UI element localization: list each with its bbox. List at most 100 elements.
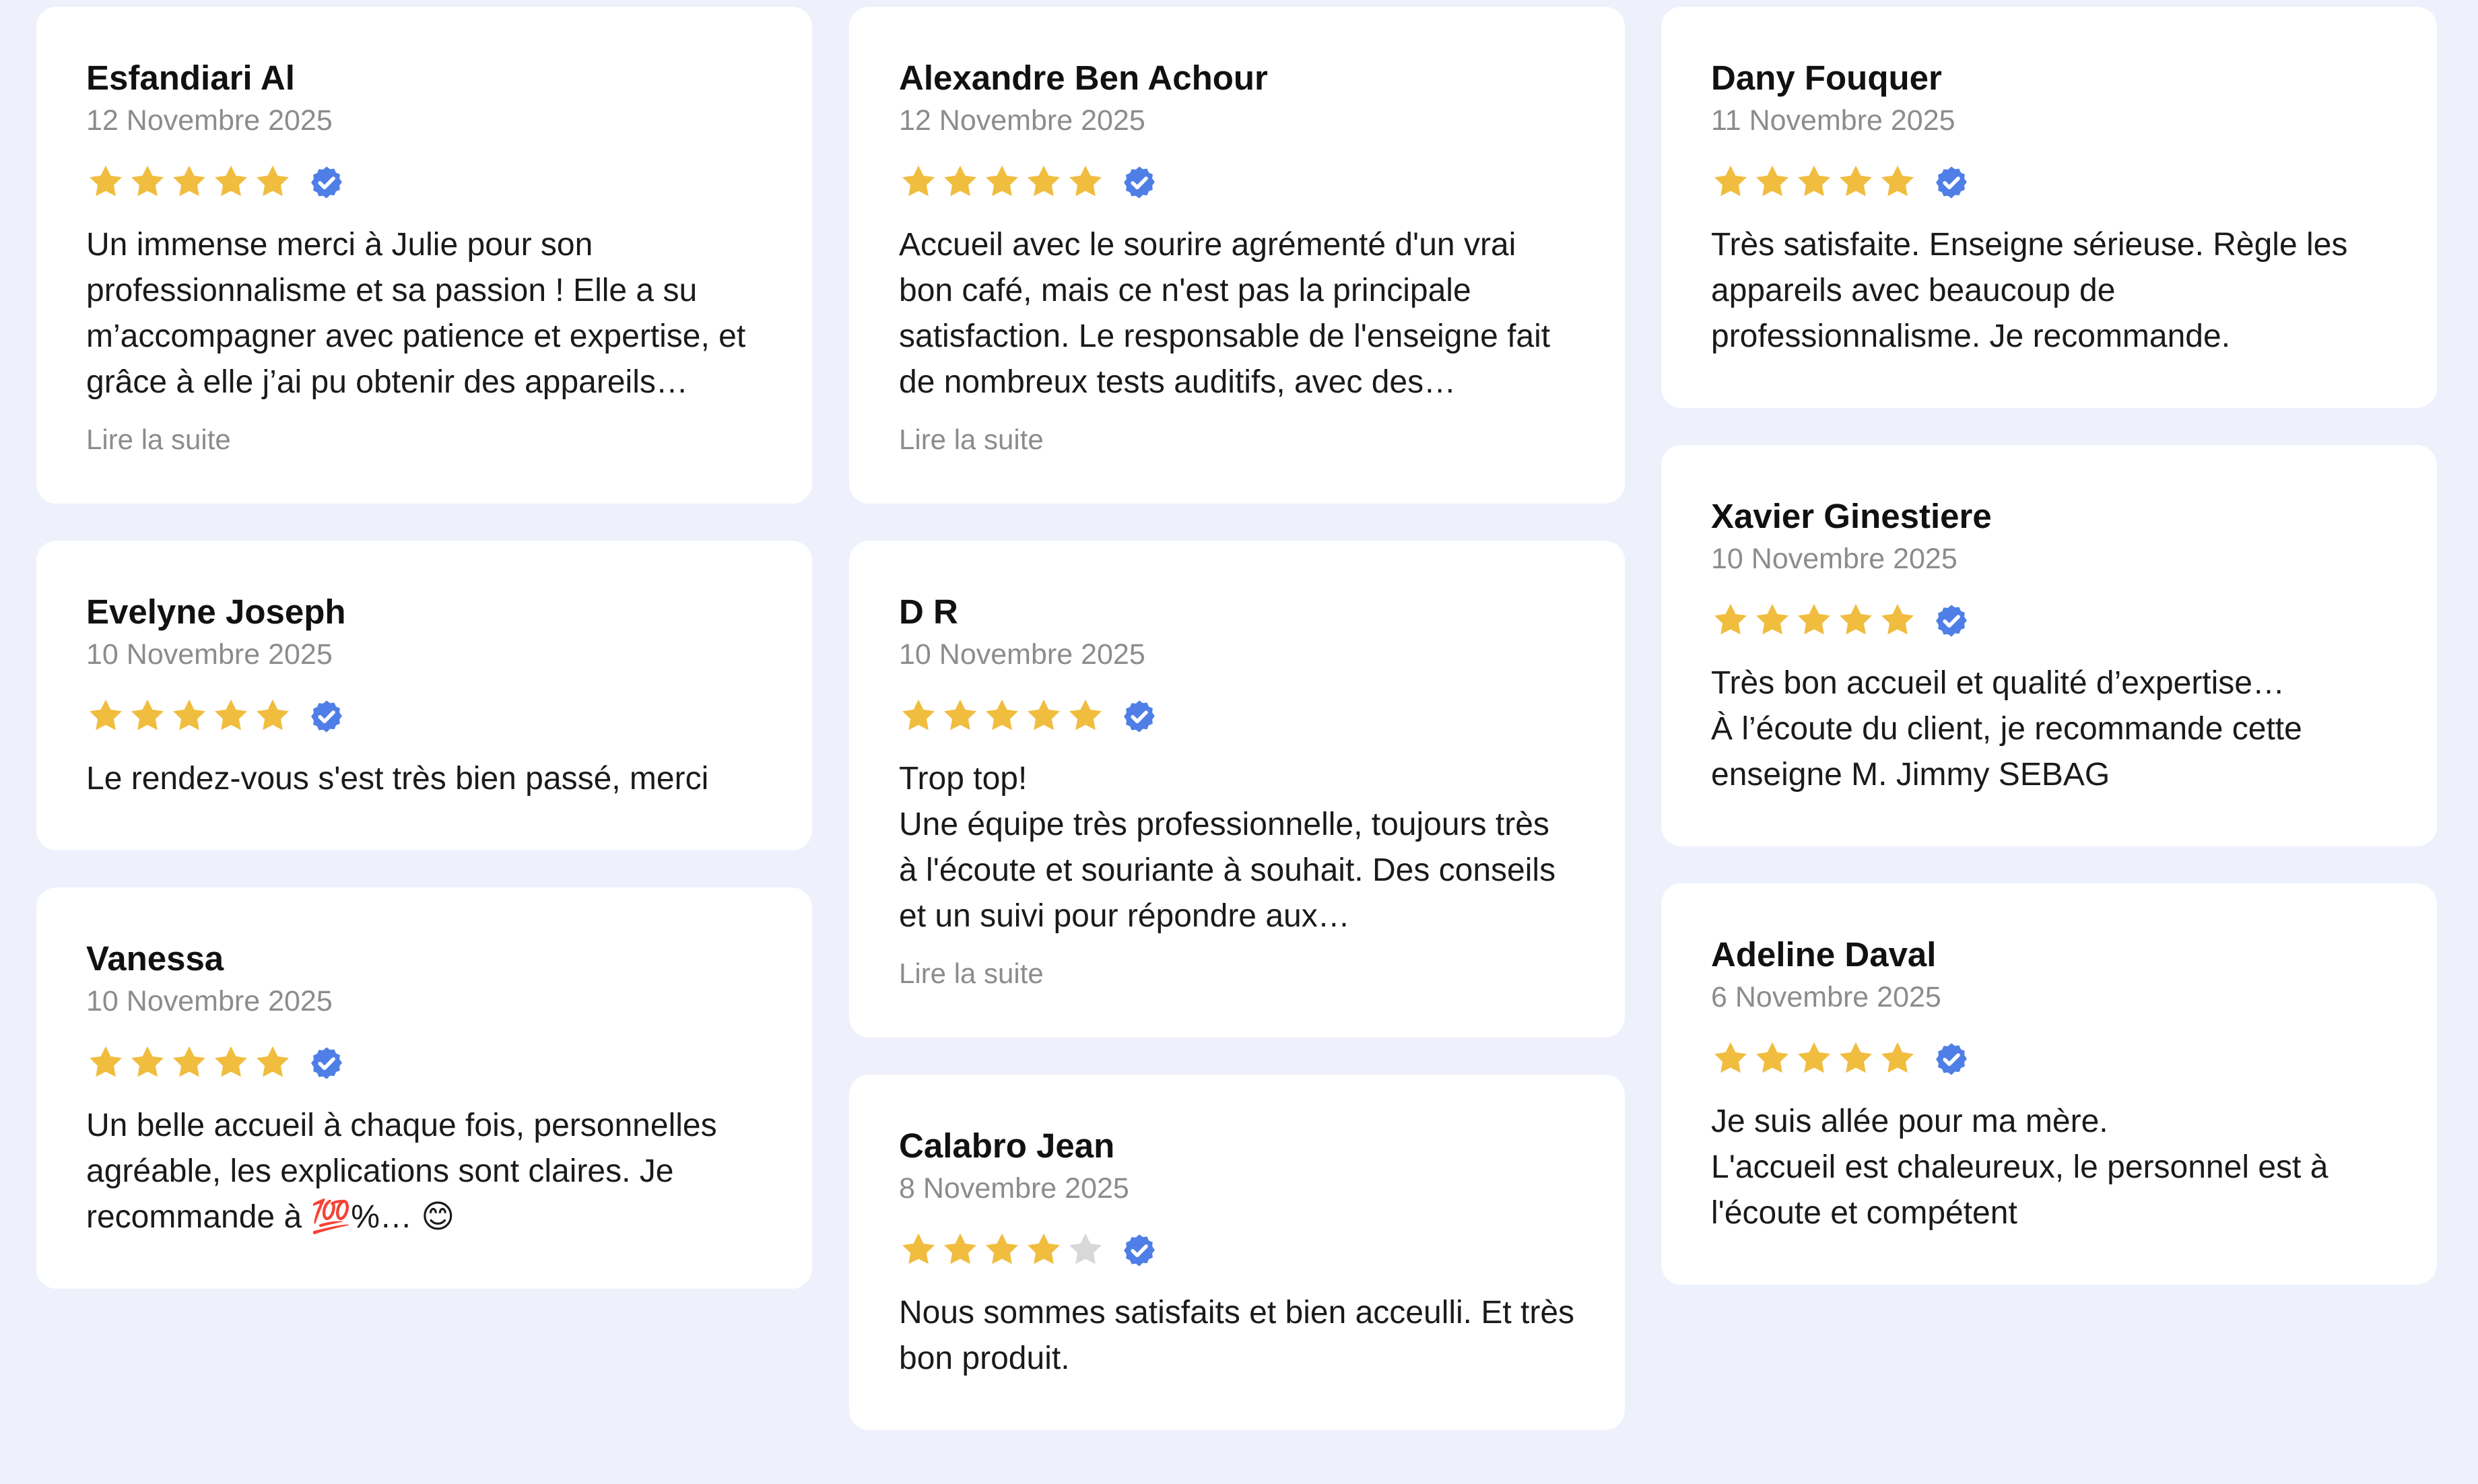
star-icon (1756, 1042, 1788, 1073)
star-icon (1798, 1042, 1830, 1073)
rating-row (1711, 599, 2387, 643)
star-icon (1881, 603, 1914, 635)
reviewer-name: Evelyne Joseph (86, 593, 346, 631)
rating-row (86, 160, 762, 205)
star-icon (215, 165, 247, 197)
star-icon (1840, 603, 1872, 635)
verified-badge-icon (1124, 700, 1155, 733)
reviewer-name: D R (899, 593, 958, 631)
rating-row (899, 160, 1575, 205)
star-icon (986, 1233, 1018, 1264)
star-icon (1798, 603, 1830, 635)
review-date: 10 Novembre 2025 (86, 638, 333, 671)
star-rating (899, 163, 1105, 202)
review-text: Accueil avec le sourire agrémenté d'un v… (899, 227, 1551, 400)
star-icon (1798, 165, 1830, 197)
review-date: 10 Novembre 2025 (1711, 543, 1957, 575)
star-icon (986, 699, 1018, 731)
read-more-link[interactable]: Lire la suite (899, 423, 1575, 457)
star-icon (902, 699, 935, 731)
star-icon (1840, 1042, 1872, 1073)
star-rating (1711, 601, 1917, 640)
reviewer-name: Adeline Daval (1711, 935, 1937, 974)
star-icon (257, 699, 289, 731)
review-card: Vanessa 10 Novembre 2025 Un belle accuei… (36, 887, 812, 1289)
verified-badge-icon (1936, 605, 1967, 637)
rating-row (899, 1228, 1575, 1273)
rating-row (899, 694, 1575, 739)
reviewer-name: Xavier Ginestiere (1711, 497, 1992, 535)
star-icon (173, 699, 205, 731)
star-icon (257, 165, 289, 197)
reviews-column-1: Esfandiari Al 12 Novembre 2025 Un immens… (36, 7, 812, 1326)
star-icon (1756, 165, 1788, 197)
review-text: Un belle accueil à chaque fois, personne… (86, 1108, 717, 1235)
rating-row (86, 694, 762, 739)
review-text: Je suis allée pour ma mère. L'accueil es… (1711, 1104, 2329, 1231)
star-icon (944, 1233, 976, 1264)
review-card: Adeline Daval 6 Novembre 2025 Je suis al… (1661, 883, 2437, 1285)
star-icon (90, 699, 122, 731)
review-date: 12 Novembre 2025 (899, 104, 1145, 137)
review-text: Un immense merci à Julie pour son profes… (86, 227, 746, 400)
verified-badge-icon (311, 700, 342, 733)
review-text: Très bon accueil et qualité d’expertise…… (1711, 665, 2302, 792)
reviewer-name: Calabro Jean (899, 1126, 1115, 1165)
review-date: 11 Novembre 2025 (1711, 104, 1955, 137)
reviews-grid: Esfandiari Al 12 Novembre 2025 Un immens… (0, 0, 2478, 1484)
star-icon (1069, 165, 1102, 197)
reviewer-name: Esfandiari Al (86, 59, 295, 97)
review-date: 12 Novembre 2025 (86, 104, 333, 137)
star-icon (1028, 165, 1060, 197)
star-rating (86, 697, 292, 736)
rating-row (86, 1041, 762, 1085)
review-date: 10 Novembre 2025 (86, 985, 333, 1017)
review-card: Dany Fouquer 11 Novembre 2025 Très satis… (1661, 7, 2437, 408)
star-rating (1711, 1040, 1917, 1079)
star-icon (944, 699, 976, 731)
star-icon (944, 165, 976, 197)
verified-badge-icon (1124, 166, 1155, 199)
star-icon (131, 1046, 164, 1077)
star-icon (1028, 1233, 1060, 1264)
star-icon (131, 165, 164, 197)
star-icon (986, 165, 1018, 197)
star-rating (86, 1044, 292, 1083)
reviewer-name: Dany Fouquer (1711, 59, 1942, 97)
star-icon (1714, 165, 1747, 197)
verified-badge-icon (311, 166, 342, 199)
review-text: Très satisfaite. Enseigne sérieuse. Règl… (1711, 227, 2348, 354)
star-icon (173, 165, 205, 197)
review-card: Calabro Jean 8 Novembre 2025 Nous sommes… (849, 1075, 1625, 1430)
review-card: Evelyne Joseph 10 Novembre 2025 Le rende… (36, 541, 812, 850)
review-date: 10 Novembre 2025 (899, 638, 1145, 671)
star-icon (902, 1233, 935, 1264)
review-text: Le rendez-vous s'est très bien passé, me… (86, 761, 709, 797)
star-icon (902, 165, 935, 197)
verified-badge-icon (1124, 1234, 1155, 1267)
reviews-column-3: Dany Fouquer 11 Novembre 2025 Très satis… (1661, 7, 2437, 1322)
rating-row (1711, 1037, 2387, 1081)
review-text: Nous sommes satisfaits et bien acceulli.… (899, 1295, 1575, 1376)
verified-badge-icon (1936, 166, 1967, 199)
star-icon (90, 1046, 122, 1077)
star-icon (1069, 1233, 1102, 1264)
reviewer-name: Vanessa (86, 939, 224, 978)
star-icon (90, 165, 122, 197)
reviewer-name: Alexandre Ben Achour (899, 59, 1268, 97)
verified-badge-icon (1936, 1043, 1967, 1075)
star-icon (1881, 165, 1914, 197)
star-rating (899, 697, 1105, 736)
verified-badge-icon (311, 1047, 342, 1079)
star-icon (131, 699, 164, 731)
review-date: 8 Novembre 2025 (899, 1172, 1129, 1205)
read-more-link[interactable]: Lire la suite (899, 957, 1575, 990)
reviews-column-2: Alexandre Ben Achour 12 Novembre 2025 Ac… (849, 7, 1625, 1467)
star-icon (1069, 699, 1102, 731)
star-icon (1756, 603, 1788, 635)
rating-row (1711, 160, 2387, 205)
star-icon (1028, 699, 1060, 731)
read-more-link[interactable]: Lire la suite (86, 423, 762, 457)
review-card: Xavier Ginestiere 10 Novembre 2025 Très … (1661, 445, 2437, 846)
star-icon (257, 1046, 289, 1077)
